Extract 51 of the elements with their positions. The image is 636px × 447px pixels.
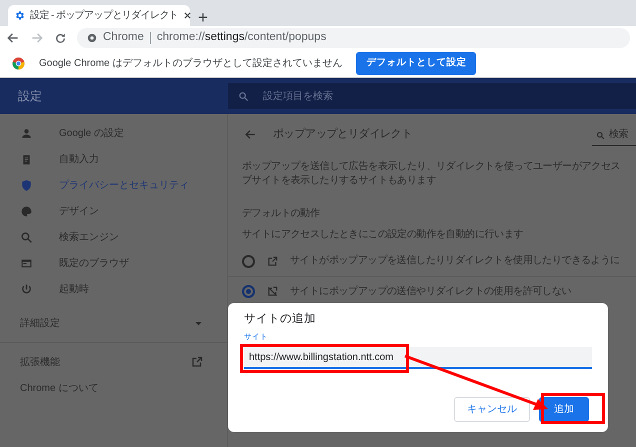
extensions-link[interactable]: 拡張機能 — [0, 349, 227, 375]
advanced-settings-toggle[interactable]: 詳細設定 — [0, 310, 227, 336]
search-icon — [596, 130, 605, 140]
description-text: ポップアップを送信して広告を表示したり、リダイレクトを使ってユーザーがアクセス ブサイトを表示したりするサイトもあります — [241, 160, 622, 188]
browser-window-icon — [20, 256, 33, 270]
sidebar-item[interactable]: 既定のブラウザ — [0, 250, 227, 276]
close-icon[interactable] — [183, 11, 192, 20]
power-icon — [20, 282, 33, 296]
set-default-button[interactable]: デフォルトとして設定 — [356, 52, 476, 75]
external-link-icon — [191, 356, 203, 368]
search-icon — [20, 230, 33, 244]
back-icon[interactable] — [6, 31, 20, 45]
tab[interactable]: 設定 - ポップアップとリダイレクト — [8, 5, 190, 26]
person-icon — [20, 126, 33, 140]
gear-icon — [14, 10, 25, 21]
search-icon — [238, 90, 249, 102]
sidebar-item[interactable]: デザイン — [0, 198, 227, 224]
site-label: Chrome — [103, 30, 144, 46]
search-field[interactable]: 検索 — [592, 128, 636, 146]
url-text: chrome://settings/content/popups — [156, 30, 326, 46]
new-tab-button[interactable]: + — [190, 9, 216, 26]
settings-title: 設定 — [17, 88, 43, 105]
sidebar-item[interactable]: 検索エンジン — [0, 224, 227, 250]
sidebar-item[interactable]: Google の設定 — [0, 120, 227, 146]
about-chrome-link[interactable]: Chrome について — [0, 375, 227, 401]
section-heading: デフォルトの動作 — [241, 207, 321, 221]
chrome-logo-icon — [12, 57, 25, 70]
site-info-icon — [87, 33, 97, 43]
highlight-frame — [541, 393, 605, 424]
radio-button[interactable] — [242, 285, 255, 298]
infobar-message: Google Chrome はデフォルトのブラウザとして設定されていません — [39, 56, 342, 71]
cancel-button[interactable]: キャンセル — [454, 397, 530, 422]
sidebar-item[interactable]: プライバシーとセキュリティ — [0, 172, 227, 198]
sidebar-item[interactable]: 起動時 — [0, 276, 227, 302]
sidebar-item[interactable]: 自動入力 — [0, 146, 227, 172]
blocked-popup-icon — [267, 286, 278, 297]
palette-icon — [20, 204, 33, 218]
radio-button[interactable] — [242, 254, 255, 268]
search-field[interactable]: 設定項目を検索 — [228, 83, 636, 109]
option-label: サイトにポップアップの送信やリダイレクトの使用を許可しない — [290, 284, 572, 298]
shield-icon — [20, 178, 33, 192]
forward-icon[interactable] — [30, 31, 44, 45]
url-input[interactable]: https://www.billingstation.ntt.com — [244, 347, 592, 369]
dialog-title: サイトの追加 — [244, 312, 317, 327]
address-bar[interactable]: Chrome chrome://settings/content/popups — [77, 28, 630, 48]
section-description: サイトにアクセスしたときにこの設定の動作を自動的に行います — [241, 228, 524, 242]
back-icon[interactable] — [244, 128, 257, 140]
page-title: ポップアップとリダイレクト — [273, 127, 414, 141]
reload-icon[interactable] — [54, 32, 67, 44]
external-link-icon — [267, 256, 278, 266]
option-label: サイトがポップアップを送信したりリダイレクトを使用したりできるように — [290, 254, 620, 268]
